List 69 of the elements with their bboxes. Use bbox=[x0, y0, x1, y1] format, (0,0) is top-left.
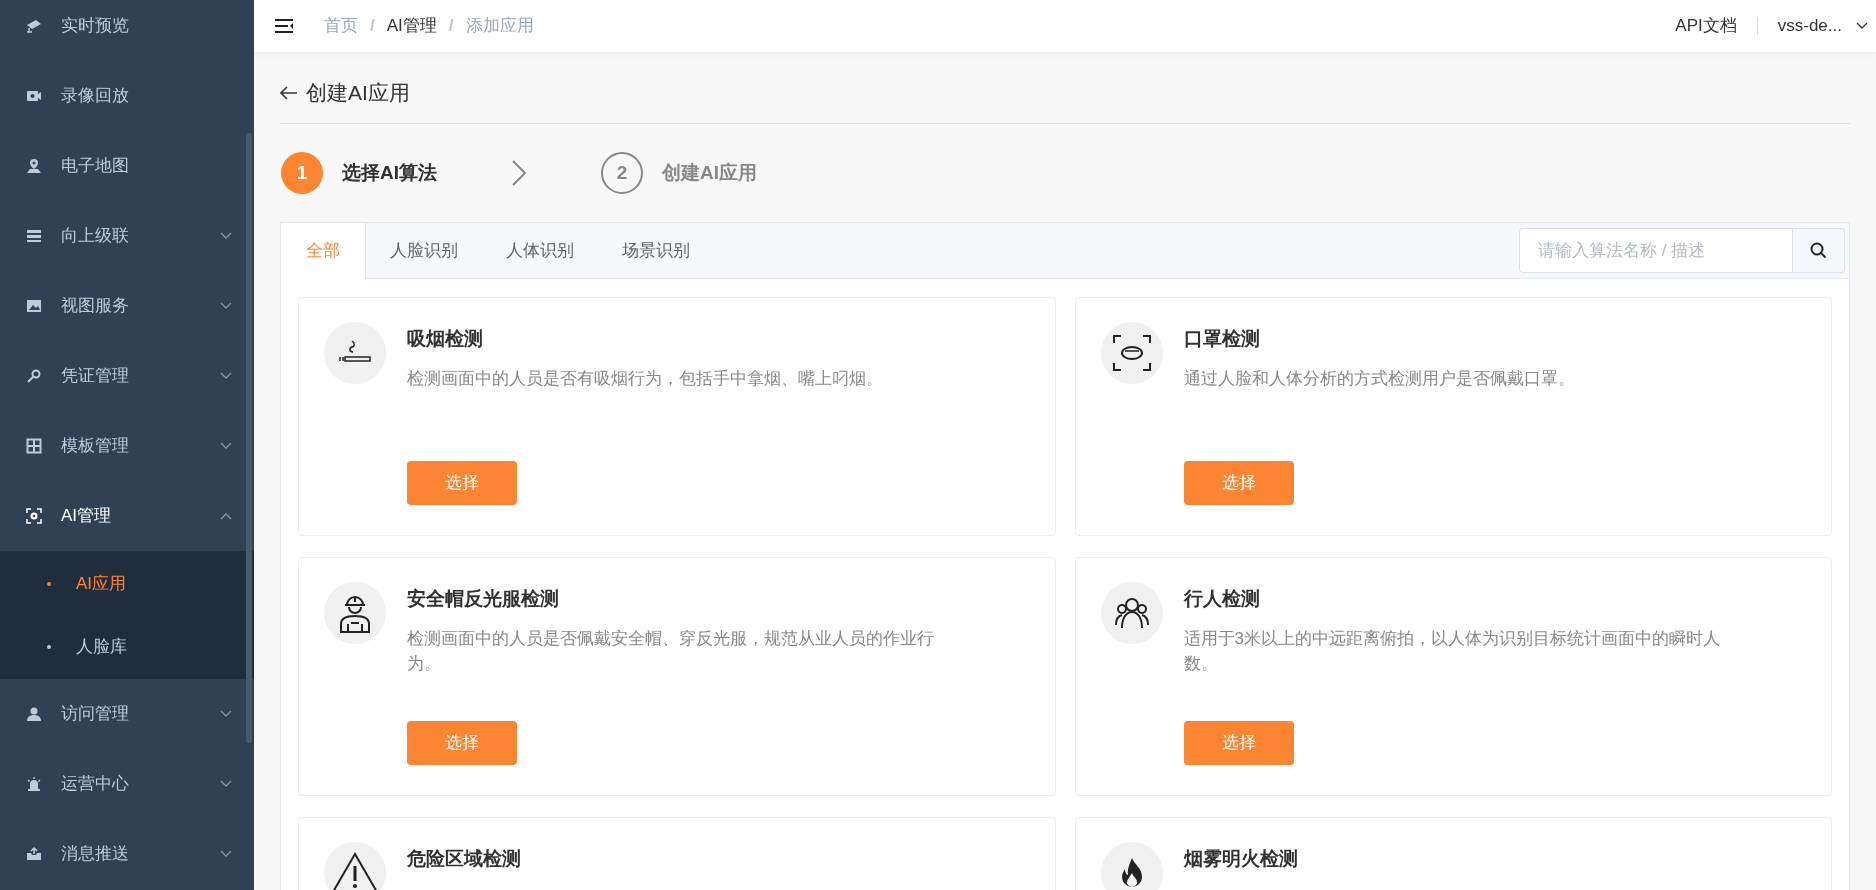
card-title: 吸烟检测 bbox=[407, 327, 484, 351]
bullet-icon bbox=[47, 581, 51, 586]
card-title: 烟雾明火检测 bbox=[1183, 847, 1298, 871]
step-number: 2 bbox=[601, 152, 643, 194]
menu-item[interactable]: 实时预览 bbox=[0, 0, 254, 61]
chevron-down-icon bbox=[220, 232, 232, 240]
menu-item[interactable]: 录像回放 bbox=[0, 61, 254, 131]
card-description: 检测画面中的人员是否有吸烟行为，包括手中拿烟、嘴上叼烟。 bbox=[407, 368, 883, 390]
menu-item[interactable]: AI管理 bbox=[0, 481, 254, 551]
grid-icon bbox=[26, 438, 42, 454]
step-label: 选择AI算法 bbox=[342, 160, 437, 185]
inbox-upload-icon bbox=[26, 847, 42, 861]
chevron-down-icon bbox=[220, 302, 232, 310]
menu-fold-icon[interactable] bbox=[274, 18, 294, 34]
menu-item[interactable]: 消息推送 bbox=[0, 819, 254, 889]
user-icon bbox=[26, 706, 42, 722]
card-title: 行人检测 bbox=[1183, 587, 1261, 611]
card-description: 检测画面中的人员是否佩戴安全帽、穿反光服，规范从业人员的作业行为。 bbox=[407, 628, 935, 675]
card-title: 安全帽反光服检测 bbox=[407, 587, 560, 611]
face-scan-icon bbox=[26, 508, 42, 524]
menu-item[interactable]: 电子地图 bbox=[0, 131, 254, 201]
breadcrumb-separator: / bbox=[448, 15, 454, 38]
chevron-right-icon bbox=[511, 159, 527, 187]
category-tab[interactable]: 场景识别 bbox=[598, 222, 714, 279]
people-group-icon bbox=[1113, 597, 1150, 629]
breadcrumb-link[interactable]: AI管理 bbox=[386, 13, 437, 39]
warning-icon bbox=[331, 852, 379, 890]
chevron-down-icon bbox=[220, 850, 232, 858]
face-mask-scan-icon bbox=[1112, 335, 1151, 371]
chevron-down-icon bbox=[220, 780, 232, 788]
menu-item[interactable]: 视图服务 bbox=[0, 271, 254, 341]
step-number: 1 bbox=[281, 152, 323, 194]
submenu-item[interactable]: AI应用 bbox=[0, 552, 254, 615]
step-label: 创建AI应用 bbox=[662, 160, 757, 185]
card-title: 危险区域检测 bbox=[407, 847, 521, 871]
submenu-item[interactable]: 人脸库 bbox=[0, 615, 254, 678]
back-arrow-icon[interactable] bbox=[280, 86, 298, 100]
search-button[interactable] bbox=[1793, 228, 1845, 273]
bullet-icon bbox=[47, 644, 51, 649]
menu-item[interactable]: 模板管理 bbox=[0, 411, 254, 481]
breadcrumb-separator: / bbox=[370, 15, 375, 38]
user-menu[interactable]: vss-de... bbox=[1777, 13, 1868, 39]
map-pin-icon bbox=[26, 158, 42, 174]
chevron-down-icon bbox=[1856, 22, 1868, 30]
card-description: 适用于3米以上的中远距离俯拍，以人体为识别目标统计画面中的瞬时人数。 bbox=[1183, 628, 1721, 675]
chevron-up-icon bbox=[220, 512, 232, 520]
server-icon bbox=[26, 229, 42, 243]
search-icon bbox=[1810, 242, 1827, 259]
api-docs-link[interactable]: API文档 bbox=[1675, 13, 1737, 39]
alarm-icon bbox=[26, 776, 42, 792]
video-icon bbox=[26, 89, 42, 103]
chevron-down-icon bbox=[220, 710, 232, 718]
category-tab[interactable]: 人体识别 bbox=[482, 222, 598, 279]
image-icon bbox=[26, 299, 42, 313]
menu-item[interactable]: 向上级联 bbox=[0, 201, 254, 271]
category-tab[interactable]: 人脸识别 bbox=[366, 222, 482, 279]
menu-item[interactable]: 访问管理 bbox=[0, 679, 254, 749]
search-field[interactable]: 请输入算法名称 / 描述 bbox=[1519, 228, 1793, 273]
scrollbar[interactable] bbox=[246, 133, 252, 743]
page-title: 创建AI应用 bbox=[306, 80, 410, 107]
menu-item[interactable]: 凭证管理 bbox=[0, 341, 254, 411]
card-title: 口罩检测 bbox=[1183, 327, 1261, 351]
hardhat-worker-icon bbox=[339, 593, 371, 633]
chevron-down-icon bbox=[220, 442, 232, 450]
chevron-down-icon bbox=[220, 372, 232, 380]
card-description: 通过人脸和人体分析的方式检测用户是否佩戴口罩。 bbox=[1183, 368, 1575, 390]
key-icon bbox=[26, 368, 42, 384]
menu-item[interactable]: 运营中心 bbox=[0, 749, 254, 819]
camera-icon bbox=[26, 19, 42, 33]
